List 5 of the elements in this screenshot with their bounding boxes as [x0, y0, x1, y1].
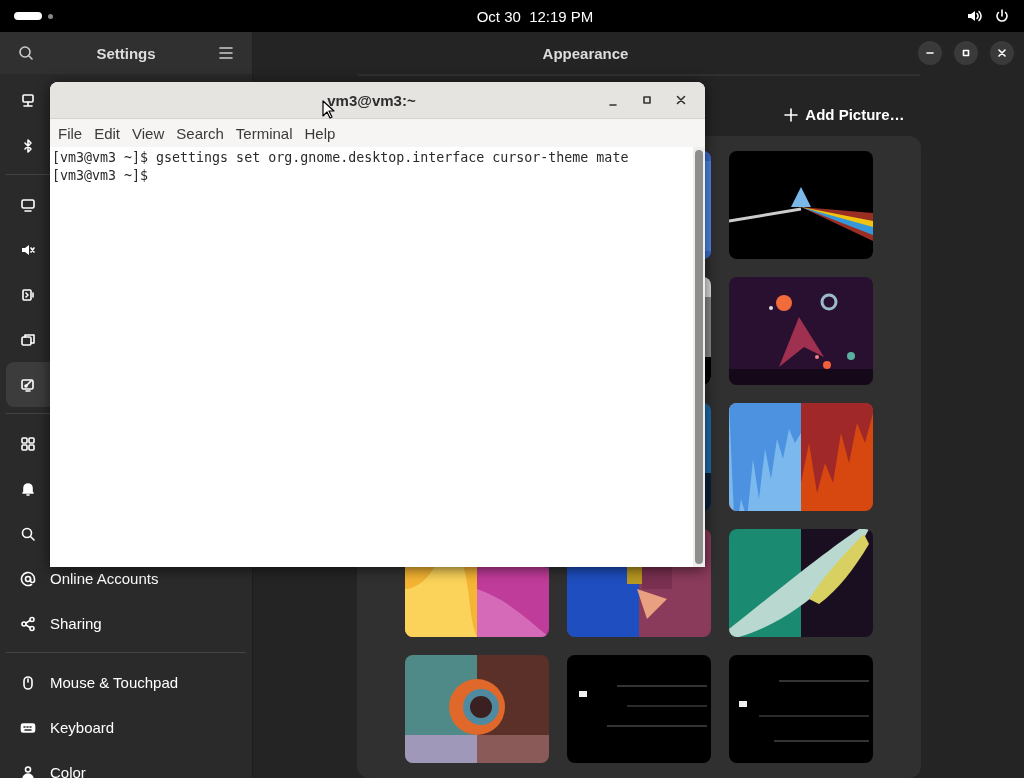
terminal-line: [vm3@vm3 ~]$ — [52, 167, 149, 185]
sidebar-title: Settings — [96, 44, 156, 62]
terminal-line: [vm3@vm3 ~]$ gsettings set org.gnome.desktop.interface cursor-theme mate — [52, 149, 629, 167]
page-title: Appearance — [541, 44, 630, 62]
window-title: vm3@vm3:~ — [326, 91, 417, 109]
